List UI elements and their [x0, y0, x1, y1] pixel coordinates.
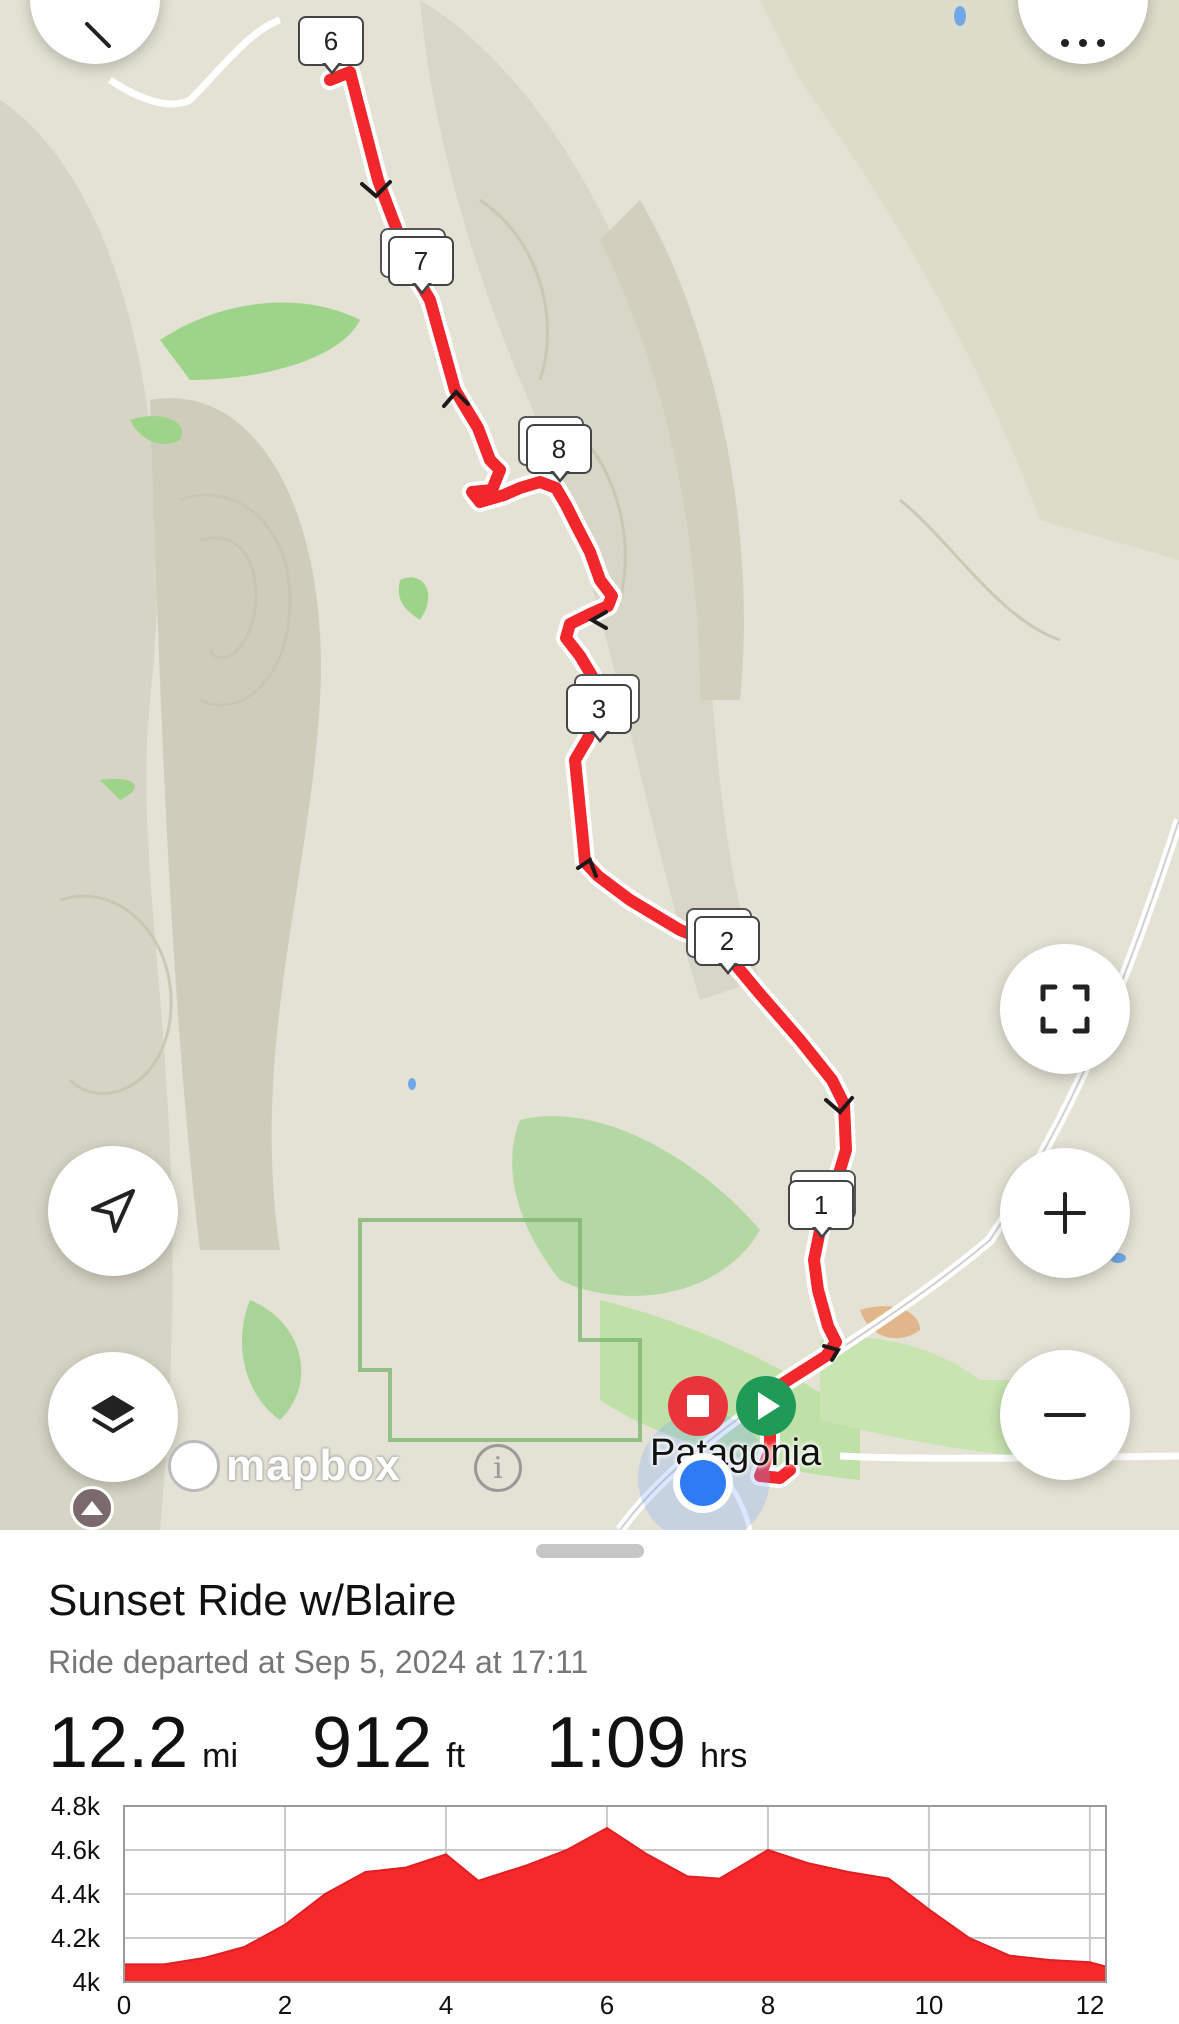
terrain-layer — [0, 0, 1179, 1530]
locate-icon — [91, 1189, 135, 1233]
zoom-out-icon — [1044, 1413, 1086, 1417]
info-icon[interactable]: i — [474, 1444, 522, 1492]
layers-button[interactable] — [48, 1352, 178, 1482]
distance-unit: mi — [202, 1737, 239, 1775]
locate-button[interactable] — [48, 1146, 178, 1276]
elevation-chart[interactable]: 4k 4.2k 4.4k 4.6k 4.8k 0 2 4 6 8 10 12 — [0, 1780, 1179, 2024]
elevation-area — [123, 1826, 1107, 1983]
x-tick-label: 4 — [439, 1990, 453, 2020]
y-tick-label: 4k — [73, 1967, 101, 1997]
waypoint-marker-1[interactable]: 1 — [788, 1170, 856, 1239]
mapbox-logo-icon — [168, 1440, 220, 1492]
waypoint-marker-3[interactable]: 3 — [566, 674, 640, 743]
y-tick-label: 4.8k — [51, 1791, 101, 1821]
y-tick-label: 4.4k — [51, 1879, 101, 1909]
x-tick-label: 0 — [117, 1990, 131, 2020]
sheet-drag-handle[interactable] — [536, 1544, 644, 1558]
x-tick-label: 8 — [761, 1990, 775, 2020]
x-tick-label: 2 — [278, 1990, 292, 2020]
fullscreen-icon — [1040, 984, 1090, 1034]
mapbox-attribution[interactable]: mapbox — [168, 1440, 401, 1492]
distance-value: 12.2 — [48, 1703, 189, 1783]
elevation-unit: ft — [446, 1737, 466, 1775]
waypoint-marker-2[interactable]: 2 — [686, 908, 760, 975]
map-view[interactable]: 6 7 8 3 2 1 Patagonia mapbox i — [0, 0, 1179, 1530]
duration-value: 1:09 — [546, 1703, 687, 1783]
x-tick-label: 6 — [600, 1990, 614, 2020]
waypoint-marker-7[interactable]: 7 — [380, 228, 454, 295]
zoom-in-icon — [1044, 1192, 1086, 1234]
duration-stat: 1:09 hrs — [546, 1702, 747, 1784]
distance-stat: 12.2 mi — [48, 1702, 238, 1784]
zoom-out-button[interactable] — [1000, 1350, 1130, 1480]
waypoint-marker-6[interactable]: 6 — [298, 16, 364, 75]
ride-title: Sunset Ride w/Blaire — [48, 1576, 457, 1625]
elevation-value: 912 — [312, 1703, 433, 1783]
y-tick-label: 4.2k — [51, 1923, 101, 1953]
waypoint-marker-8[interactable]: 8 — [518, 416, 592, 483]
mountain-icon — [70, 1486, 114, 1530]
back-icon — [85, 22, 111, 48]
y-tick-label: 4.6k — [51, 1835, 101, 1865]
x-tick-label: 12 — [1075, 1990, 1104, 2020]
current-location-dot — [673, 1453, 733, 1513]
zoom-in-button[interactable] — [1000, 1148, 1130, 1278]
ride-departure-time: Ride departed at Sep 5, 2024 at 17:11 — [48, 1644, 589, 1680]
more-icon — [1061, 39, 1105, 47]
elevation-stat: 912 ft — [312, 1702, 465, 1784]
duration-unit: hrs — [700, 1737, 748, 1775]
fullscreen-button[interactable] — [1000, 944, 1130, 1074]
x-tick-label: 10 — [914, 1990, 943, 2020]
layers-icon — [91, 1395, 135, 1433]
